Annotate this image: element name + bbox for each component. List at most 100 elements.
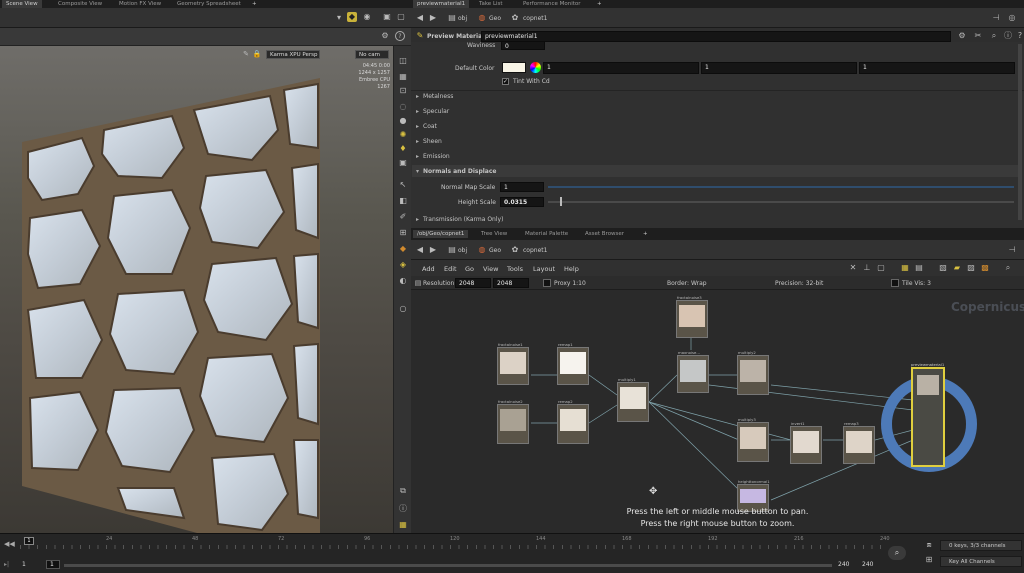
node-previewmaterial-output[interactable]: previewmaterial1: [911, 362, 945, 467]
play-controls-icon[interactable]: ◀◀: [4, 540, 15, 548]
help-icon[interactable]: ?: [395, 31, 405, 41]
lock-view-icon[interactable]: ⊡: [398, 86, 408, 96]
view-icon[interactable]: ◫: [398, 56, 408, 66]
tab-asset-browser[interactable]: Asset Browser: [581, 230, 628, 238]
grid-icon[interactable]: ▦: [398, 72, 408, 82]
color-g-field[interactable]: 1: [701, 62, 857, 74]
menu-edit[interactable]: Edit: [444, 265, 457, 273]
tint-checkbox[interactable]: ✓: [502, 78, 509, 85]
wrench-icon[interactable]: ✂: [973, 31, 983, 41]
node-fractalnoise3[interactable]: fractalnoise3: [676, 295, 708, 338]
light-icon[interactable]: ◌: [398, 102, 408, 112]
net-back-icon[interactable]: ◀: [415, 245, 425, 255]
slider-handle[interactable]: [560, 197, 562, 206]
color-r-field[interactable]: 1: [543, 62, 699, 74]
sun-icon[interactable]: ✺: [398, 130, 408, 140]
res-width-field[interactable]: 2048: [455, 278, 491, 288]
node-remap3[interactable]: remap3: [843, 421, 875, 464]
add-tab-icon[interactable]: +: [248, 0, 261, 8]
net-path-obj[interactable]: obj: [458, 247, 467, 254]
tab-geometry-spreadsheet[interactable]: Geometry Spreadsheet: [173, 0, 245, 8]
node-multiply3[interactable]: multiply3: [737, 417, 769, 462]
link-icon[interactable]: ◎: [1007, 13, 1017, 23]
tab-tree-view[interactable]: Tree View: [477, 230, 511, 238]
color-wheel-icon[interactable]: [530, 62, 541, 73]
end-frame[interactable]: 240: [838, 561, 849, 568]
border-label[interactable]: Border: Wrap: [667, 280, 707, 287]
range-icon[interactable]: ▸|: [4, 561, 9, 568]
tools-icon[interactable]: ✕: [848, 263, 858, 273]
select-icon[interactable]: ↖: [398, 180, 408, 190]
add-pane-tab-icon[interactable]: +: [593, 0, 606, 8]
sphere-icon[interactable]: ●: [398, 116, 408, 126]
search-icon[interactable]: ⌕: [989, 31, 999, 41]
net-forward-icon[interactable]: ▶: [428, 245, 438, 255]
tab-composite-view[interactable]: Composite View: [54, 0, 106, 8]
info-circle-icon[interactable]: ⓘ: [1003, 31, 1013, 41]
tab-previewmaterial1[interactable]: previewmaterial1: [413, 0, 470, 8]
help-circle-icon[interactable]: ?: [1015, 31, 1024, 41]
pencil-icon[interactable]: ✎: [241, 49, 251, 59]
info-icon[interactable]: ⓘ: [398, 504, 408, 514]
snap-grid-icon[interactable]: ⊞: [398, 228, 408, 238]
menu-layout[interactable]: Layout: [533, 265, 555, 273]
normals-section[interactable]: Normals and Displace: [416, 168, 496, 175]
res-height-field[interactable]: 2048: [493, 278, 529, 288]
lock-icon[interactable]: 🔒: [252, 49, 262, 59]
tile-vis-checkbox[interactable]: [891, 279, 899, 287]
tab-scene-view[interactable]: Scene View: [2, 0, 42, 8]
layout-icon[interactable]: ▢: [396, 12, 406, 22]
menu-go[interactable]: Go: [465, 265, 474, 273]
node-multiply2[interactable]: multiply2: [737, 350, 769, 395]
node-invert1[interactable]: invert1: [790, 421, 822, 464]
brush-icon[interactable]: ✐: [398, 212, 408, 222]
screenshot-icon[interactable]: ⧉: [398, 486, 408, 496]
3d-viewport[interactable]: Karma XPU Persp No cam ✎ 🔒 04:45 0:00 12…: [0, 46, 393, 566]
params-scrollbar[interactable]: [1018, 44, 1022, 220]
start-frame[interactable]: 1: [22, 561, 26, 568]
node-remap2[interactable]: remap2: [557, 399, 589, 444]
snap-icon[interactable]: ◆: [347, 12, 357, 22]
channel-icon[interactable]: ⊞: [924, 555, 934, 565]
palette-icon[interactable]: ▨: [966, 263, 976, 273]
layout-grid-icon[interactable]: ▦: [398, 520, 408, 530]
tab-performance-monitor[interactable]: Performance Monitor: [519, 0, 585, 8]
precision-label[interactable]: Precision: 32-bit: [775, 280, 823, 287]
node-maxnoise[interactable]: maxnoise...: [677, 350, 709, 393]
align-icon[interactable]: ⊥: [862, 263, 872, 273]
key-all-channels-button[interactable]: Key All Channels: [940, 556, 1022, 567]
node-remap1[interactable]: remap1: [557, 342, 589, 385]
range-slider[interactable]: [64, 564, 832, 567]
current-frame-field[interactable]: 1: [46, 560, 60, 569]
key-search-icon[interactable]: ⌕: [888, 546, 906, 560]
pin-icon[interactable]: ⊣: [991, 13, 1001, 23]
sheen-section[interactable]: Sheen: [416, 138, 442, 145]
node-name-field[interactable]: previewmaterial1: [481, 31, 951, 42]
node-multiply1[interactable]: multiply1: [617, 377, 649, 422]
specular-section[interactable]: Specular: [416, 108, 449, 115]
coat-section[interactable]: Coat: [416, 123, 437, 130]
path-geo[interactable]: Geo: [489, 15, 501, 22]
camera-icon[interactable]: ▣: [382, 12, 392, 22]
metalness-section[interactable]: Metalness: [416, 93, 453, 100]
back-icon[interactable]: ◀: [415, 13, 425, 23]
camera-view-icon[interactable]: ◐: [398, 276, 408, 286]
bulb-icon[interactable]: ♦: [398, 144, 408, 154]
handle-icon[interactable]: ◧: [398, 196, 408, 206]
net-pin-icon[interactable]: ⊣: [1007, 245, 1017, 255]
node-fractalnoise1[interactable]: fractalnoise1: [497, 342, 529, 385]
display-icon[interactable]: ◉: [362, 12, 372, 22]
zoom-icon[interactable]: ⌕: [1003, 263, 1013, 273]
keyframe-icon[interactable]: ⧈: [924, 540, 934, 550]
paint-icon[interactable]: ◈: [398, 260, 408, 270]
forward-icon[interactable]: ▶: [428, 13, 438, 23]
no-cam-menu[interactable]: No cam: [355, 50, 389, 59]
net-path-geo[interactable]: Geo: [489, 247, 501, 254]
menu-help[interactable]: Help: [564, 265, 579, 273]
color-swatch[interactable]: [502, 62, 526, 73]
emission-section[interactable]: Emission: [416, 153, 450, 160]
tab-motion-fx-view[interactable]: Motion FX View: [115, 0, 165, 8]
waviness-field[interactable]: 0: [501, 41, 545, 50]
menu-tools[interactable]: Tools: [507, 265, 523, 273]
image-icon[interactable]: ▧: [938, 263, 948, 273]
